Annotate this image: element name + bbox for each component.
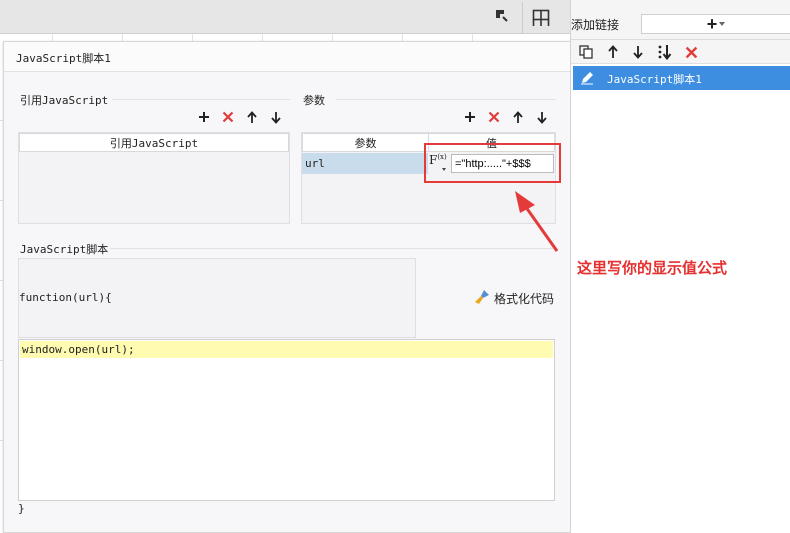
ref-js-column-header: 引用JavaScript — [19, 133, 289, 152]
javascript-dialog: JavaScript脚本1 引用JavaScript 引用JavaScript … — [3, 41, 571, 533]
copy-icon[interactable] — [576, 42, 596, 62]
add-link-label: 添加链接 — [571, 18, 620, 32]
annotation-arrow-icon — [515, 191, 559, 252]
function-header: function(url){ — [19, 291, 112, 304]
params-section-label: 参数 — [303, 95, 325, 107]
delete-param-button[interactable] — [484, 107, 504, 127]
dropdown-arrow-icon — [719, 22, 726, 26]
add-link-plus: + — [706, 14, 718, 34]
add-link-dropdown[interactable]: + — [641, 14, 790, 34]
annotation-text: 这里写你的显示值公式 — [577, 259, 728, 277]
script-section-rule — [110, 248, 556, 249]
move-down-param-button[interactable] — [532, 107, 552, 127]
add-ref-js-button[interactable] — [194, 107, 214, 127]
edit-pencil-icon — [579, 70, 595, 89]
arrow-down-icon[interactable] — [628, 42, 648, 62]
link-item-javascript[interactable]: JavaScript脚本1 — [573, 66, 790, 90]
dialog-title-bar: JavaScript脚本1 — [4, 42, 570, 72]
link-item-label: JavaScript脚本1 — [607, 73, 702, 86]
editor-topbar — [0, 0, 570, 34]
format-code-button[interactable]: 格式化代码 — [474, 289, 554, 308]
ref-js-section-label: 引用JavaScript — [20, 94, 109, 107]
code-line-1: window.open(url); — [20, 341, 553, 358]
params-column-name: 参数 — [302, 133, 429, 152]
annotation-highlight-box — [424, 143, 561, 183]
brush-icon — [474, 289, 490, 308]
dialog-title: JavaScript脚本1 — [16, 52, 111, 65]
format-code-label: 格式化代码 — [494, 292, 555, 306]
function-closing-brace: } — [18, 502, 25, 515]
layout-grid-icon[interactable] — [522, 2, 558, 34]
sort-icon[interactable] — [655, 42, 675, 62]
links-toolbar — [571, 40, 790, 64]
delete-icon[interactable] — [681, 42, 701, 62]
links-panel-header: 添加链接 + — [571, 0, 790, 40]
delete-ref-js-button[interactable] — [218, 107, 238, 127]
code-editor[interactable]: window.open(url); — [18, 339, 555, 501]
ref-js-section-rule — [112, 99, 290, 100]
move-down-ref-js-button[interactable] — [266, 107, 286, 127]
script-section-label: JavaScript脚本 — [20, 243, 109, 256]
corner-marker-icon[interactable] — [494, 8, 510, 24]
params-section-rule — [336, 99, 556, 100]
add-param-button[interactable] — [460, 107, 480, 127]
params-toolbar — [460, 107, 552, 127]
move-up-ref-js-button[interactable] — [242, 107, 262, 127]
param-name-cell[interactable]: url — [302, 153, 428, 174]
ref-js-toolbar — [194, 107, 286, 127]
move-up-param-button[interactable] — [508, 107, 528, 127]
arrow-up-icon[interactable] — [603, 42, 623, 62]
ref-js-list[interactable]: 引用JavaScript — [18, 132, 290, 224]
function-header-panel: function(url){ — [18, 258, 416, 338]
